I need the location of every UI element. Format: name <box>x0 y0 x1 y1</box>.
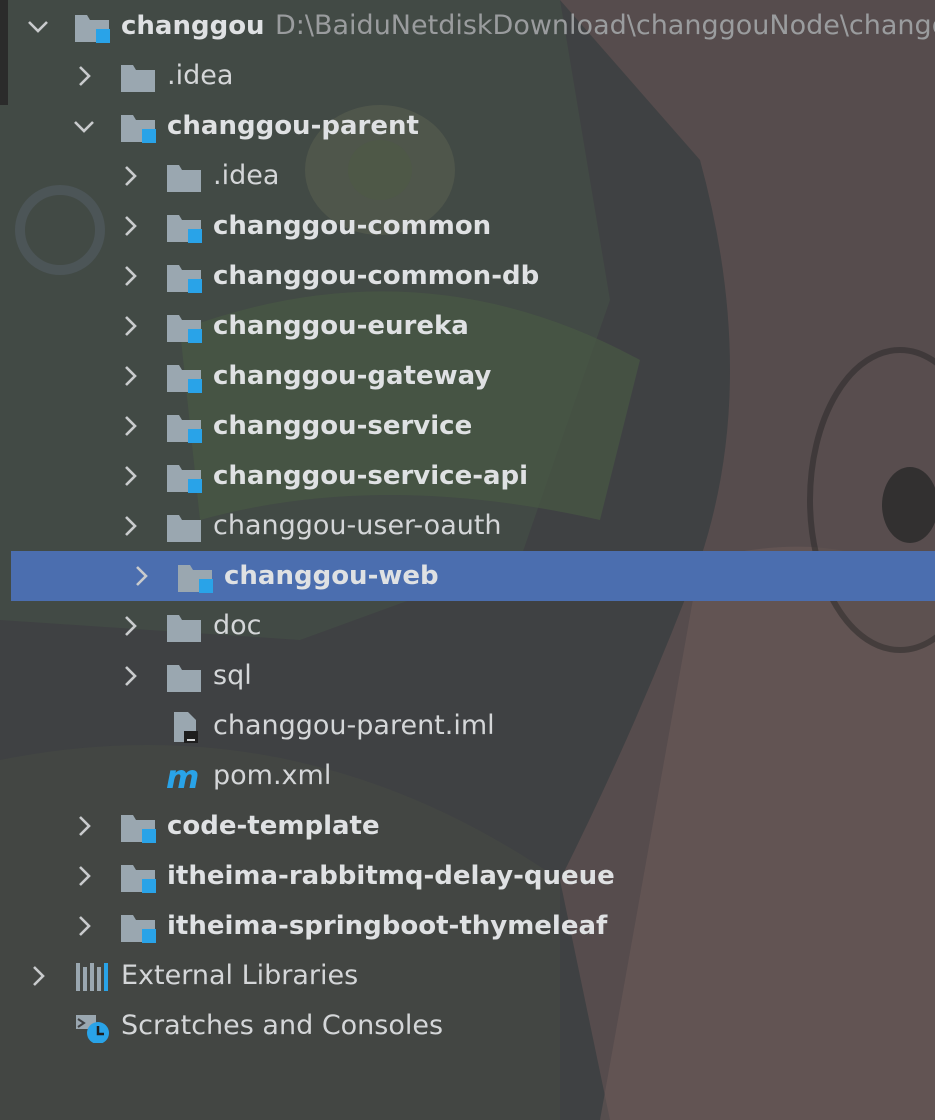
folder-icon <box>121 65 155 92</box>
tree-row[interactable]: m pom.xml <box>0 751 935 801</box>
tree-row[interactable]: changgou-service-api <box>0 451 935 501</box>
tree-item-label: changgou-user-oauth <box>213 510 502 541</box>
tree-row[interactable]: doc <box>0 601 935 651</box>
tree-row[interactable]: changgou-common <box>0 201 935 251</box>
module-folder-icon <box>167 465 202 493</box>
maven-m-icon: m <box>166 761 199 793</box>
tree-row[interactable]: changgou-parent.iml <box>0 701 935 751</box>
tree-item-label: Scratches and Consoles <box>121 1010 444 1041</box>
tree-row[interactable]: changgou-parent <box>0 101 935 151</box>
tree-item-label: changgou-service-api <box>213 461 529 491</box>
folder-icon <box>167 165 201 192</box>
chevron-right-icon[interactable] <box>72 864 96 888</box>
tree-row[interactable]: itheima-springboot-thymeleaf <box>0 901 935 951</box>
tree-row[interactable]: changgou-web <box>11 551 935 601</box>
tree-item-label: .idea <box>167 60 234 91</box>
chevron-down-icon[interactable] <box>26 14 50 38</box>
chevron-right-icon[interactable] <box>118 414 142 438</box>
tree-row[interactable]: External Libraries <box>0 951 935 1001</box>
tree-item-label: changgou-parent.iml <box>213 710 495 741</box>
chevron-right-icon[interactable] <box>118 664 142 688</box>
svg-text:m: m <box>166 761 199 793</box>
chevron-right-icon[interactable] <box>118 514 142 538</box>
folder-icon <box>167 665 201 692</box>
module-folder-icon <box>167 365 202 393</box>
iml-file-icon <box>174 712 198 743</box>
chevron-right-icon[interactable] <box>118 464 142 488</box>
tree-item-label: changgou-common-db <box>213 261 540 291</box>
tree-item-label: .idea <box>213 160 280 191</box>
module-folder-icon <box>167 315 202 343</box>
tree-item-label: changgou <box>121 11 265 41</box>
tree-row[interactable]: .idea <box>0 151 935 201</box>
module-folder-icon <box>167 215 202 243</box>
tree-row[interactable]: code-template <box>0 801 935 851</box>
chevron-right-icon[interactable] <box>72 814 96 838</box>
tree-row[interactable]: changgou-common-db <box>0 251 935 301</box>
chevron-right-icon[interactable] <box>118 214 142 238</box>
tree-row[interactable]: .idea <box>0 51 935 101</box>
tree-item-label: External Libraries <box>121 960 359 991</box>
module-folder-icon <box>121 915 156 943</box>
chevron-right-icon[interactable] <box>72 914 96 938</box>
tree-item-label: itheima-rabbitmq-delay-queue <box>167 861 615 891</box>
scratches-icon <box>76 1015 109 1043</box>
chevron-right-icon[interactable] <box>118 614 142 638</box>
tree-row[interactable]: changgou-gateway <box>0 351 935 401</box>
folder-icon <box>167 515 201 542</box>
tree-item-label: changgou-service <box>213 411 473 441</box>
folder-icon <box>167 615 201 642</box>
chevron-right-icon[interactable] <box>26 964 50 988</box>
module-folder-icon <box>167 265 202 293</box>
tree-row-root[interactable]: changgou D:\BaiduNetdiskDownload\changgou… <box>0 1 935 51</box>
module-folder-icon <box>121 115 156 143</box>
tree-row[interactable]: Scratches and Consoles <box>0 1001 935 1051</box>
chevron-right-icon[interactable] <box>118 264 142 288</box>
tree-row[interactable]: changgou-user-oauth <box>0 501 935 551</box>
tree-row[interactable]: sql <box>0 651 935 701</box>
libraries-icon <box>76 963 108 991</box>
chevron-down-icon[interactable] <box>72 114 96 138</box>
module-folder-icon <box>121 815 156 843</box>
tree-item-label: changgou-web <box>224 561 439 591</box>
tree-row[interactable]: itheima-rabbitmq-delay-queue <box>0 851 935 901</box>
tree-item-label: sql <box>213 660 252 691</box>
tree-item-label: changgou-eureka <box>213 311 469 341</box>
chevron-right-icon[interactable] <box>118 164 142 188</box>
tree-item-label: changgou-parent <box>167 111 419 141</box>
tree-item-label: changgou-common <box>213 211 492 241</box>
tree-item-label: changgou-gateway <box>213 361 492 391</box>
tree-row[interactable]: changgou-eureka <box>0 301 935 351</box>
module-folder-icon <box>167 415 202 443</box>
module-folder-icon <box>178 565 213 593</box>
chevron-right-icon[interactable] <box>118 314 142 338</box>
tree-item-label: itheima-springboot-thymeleaf <box>167 911 608 941</box>
tree-item-label: doc <box>213 610 262 641</box>
project-path: D:\BaiduNetdiskDownload\changgouNode\cha… <box>275 10 935 41</box>
chevron-right-icon[interactable] <box>129 564 153 588</box>
chevron-right-icon[interactable] <box>72 64 96 88</box>
tree-item-label: code-template <box>167 811 380 841</box>
tree-row[interactable]: changgou-service <box>0 401 935 451</box>
tree-item-label: pom.xml <box>213 760 332 791</box>
module-folder-icon <box>75 15 110 43</box>
module-folder-icon <box>121 865 156 893</box>
chevron-right-icon[interactable] <box>118 364 142 388</box>
